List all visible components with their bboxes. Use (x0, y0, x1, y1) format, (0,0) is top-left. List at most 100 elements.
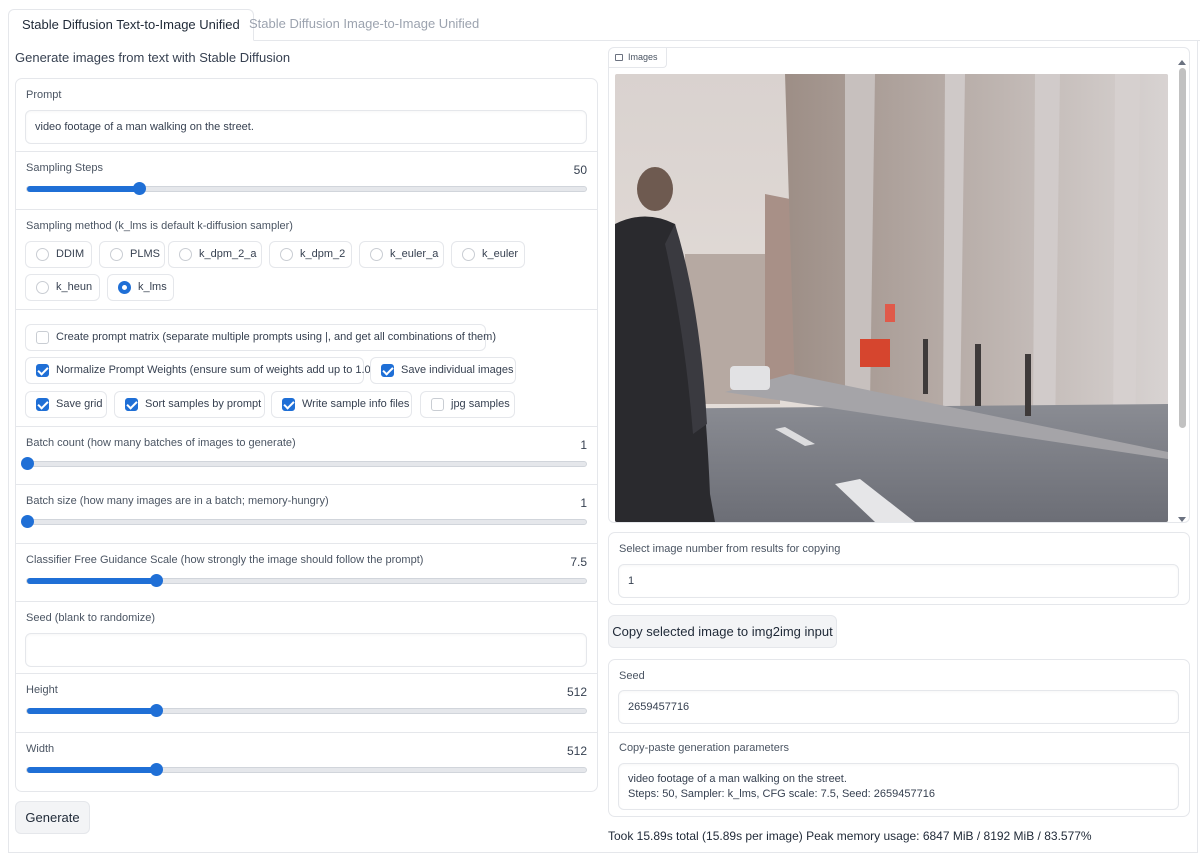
seed-output-block: Seed 2659457716 (609, 660, 1189, 733)
radio-label: k_euler_a (390, 248, 439, 260)
seed-output-field[interactable]: 2659457716 (618, 690, 1179, 724)
radio-k-dpm-2-a[interactable]: k_dpm_2_a (168, 241, 262, 268)
height-value: 512 (566, 685, 587, 699)
radio-circle[interactable] (36, 281, 49, 294)
radio-k-euler-a[interactable]: k_euler_a (359, 241, 444, 268)
prompt-label: Prompt (26, 89, 62, 101)
prompt-block: Prompt video footage of a man walking on… (16, 79, 597, 152)
batch-size-slider[interactable] (21, 515, 587, 528)
checkbox-box[interactable] (36, 398, 49, 411)
generated-image[interactable] (615, 74, 1168, 522)
select-image-input[interactable]: 1 (618, 564, 1179, 598)
radio-k-lms[interactable]: k_lms (107, 274, 174, 301)
generate-button[interactable]: Generate (15, 801, 90, 834)
checkbox-label: Sort samples by prompt (145, 398, 262, 410)
cfg-scale-slider[interactable] (26, 574, 587, 587)
cfg-scale-value: 7.5 (570, 555, 587, 569)
seed-output-label: Seed (619, 670, 645, 682)
sampling-steps-value: 50 (573, 163, 587, 177)
radio-label: k_dpm_2_a (199, 248, 257, 260)
width-slider[interactable] (26, 763, 587, 776)
slider-fill (27, 578, 156, 584)
slider-fill (27, 708, 156, 714)
radio-label: PLMS (130, 248, 160, 260)
slider-thumb[interactable] (149, 704, 163, 717)
prompt-input[interactable]: video footage of a man walking on the st… (25, 110, 587, 144)
tab-bar: Stable Diffusion Text-to-Image Unified S… (8, 9, 1200, 41)
height-slider[interactable] (26, 704, 587, 717)
checkbox-label: jpg samples (451, 398, 510, 410)
checkbox-save-individual[interactable]: Save individual images (370, 357, 516, 384)
checkbox-prompt-matrix[interactable]: Create prompt matrix (separate multiple … (25, 324, 496, 351)
radio-label: k_euler (482, 248, 519, 260)
checkbox-save-grid[interactable]: Save grid (25, 391, 107, 418)
gallery-scrollbar[interactable] (1177, 60, 1187, 522)
batch-size-label: Batch size (how many images are in a bat… (26, 495, 329, 507)
checkbox-write-info[interactable]: Write sample info files (271, 391, 412, 418)
slider-thumb[interactable] (149, 574, 163, 587)
radio-circle[interactable] (110, 248, 123, 261)
slider-thumb[interactable] (132, 182, 146, 195)
radio-ddim[interactable]: DDIM (25, 241, 92, 268)
slider-thumb[interactable] (149, 763, 163, 776)
radio-k-euler[interactable]: k_euler (451, 241, 525, 268)
seed-input-block: Seed (blank to randomize) (16, 602, 597, 674)
height-label: Height (26, 684, 58, 696)
tab-text-to-image[interactable]: Stable Diffusion Text-to-Image Unified (8, 9, 254, 41)
checkbox-sort-samples[interactable]: Sort samples by prompt (114, 391, 265, 418)
checkbox-box[interactable] (282, 398, 295, 411)
width-label: Width (26, 743, 55, 755)
width-value: 512 (566, 744, 587, 758)
width-block: Width 512 (16, 733, 597, 791)
radio-circle[interactable] (370, 248, 383, 261)
batch-count-value: 1 (580, 438, 587, 452)
radio-circle[interactable] (179, 248, 192, 261)
batch-count-label: Batch count (how many batches of images … (26, 437, 296, 449)
radio-circle[interactable] (462, 248, 475, 261)
radio-circle[interactable] (36, 248, 49, 261)
checkbox-label: Create prompt matrix (separate multiple … (56, 331, 496, 343)
radio-k-heun[interactable]: k_heun (25, 274, 100, 301)
params-label: Copy-paste generation parameters (619, 742, 789, 754)
page-description: Generate images from text with Stable Di… (15, 50, 291, 65)
checkbox-jpg-samples[interactable]: jpg samples (420, 391, 515, 418)
radio-label: k_lms (138, 281, 167, 293)
checkbox-label: Save individual images (401, 364, 514, 376)
params-textarea[interactable]: video footage of a man walking on the st… (618, 763, 1179, 810)
cfg-scale-label: Classifier Free Guidance Scale (how stro… (26, 554, 424, 566)
checkbox-box[interactable] (431, 398, 444, 411)
select-image-label: Select image number from results for cop… (619, 543, 841, 555)
radio-circle[interactable] (280, 248, 293, 261)
checkbox-box[interactable] (125, 398, 138, 411)
scroll-down-icon[interactable] (1178, 517, 1186, 522)
sampling-steps-slider[interactable] (26, 182, 587, 195)
checkbox-box[interactable] (36, 364, 49, 377)
batch-size-value: 1 (580, 496, 587, 510)
radio-label: k_dpm_2 (300, 248, 346, 260)
slider-thumb[interactable] (21, 515, 34, 528)
batch-count-slider[interactable] (21, 457, 587, 470)
sampling-steps-label: Sampling Steps (26, 162, 104, 174)
options-block: Create prompt matrix (separate multiple … (16, 310, 597, 427)
slider-thumb[interactable] (21, 457, 34, 470)
radio-plms[interactable]: PLMS (99, 241, 165, 268)
checkbox-normalize-weights[interactable]: Normalize Prompt Weights (ensure sum of … (25, 357, 374, 384)
slider-fill (27, 767, 156, 773)
slider-fill (27, 186, 139, 192)
gallery-label-text: Images (628, 52, 658, 62)
checkbox-box[interactable] (381, 364, 394, 377)
seed-input[interactable] (25, 633, 587, 667)
select-image-block: Select image number from results for cop… (608, 532, 1190, 605)
tab-image-to-image[interactable]: Stable Diffusion Image-to-Image Unified (236, 9, 492, 41)
cfg-scale-block: Classifier Free Guidance Scale (how stro… (16, 544, 597, 602)
checkbox-label: Save grid (56, 398, 103, 410)
status-text: Took 15.89s total (15.89s per image) Pea… (608, 829, 1092, 843)
radio-k-dpm-2[interactable]: k_dpm_2 (269, 241, 352, 268)
scroll-up-icon[interactable] (1178, 60, 1186, 65)
copy-to-img2img-button[interactable]: Copy selected image to img2img input (608, 615, 837, 648)
checkbox-box[interactable] (36, 331, 49, 344)
scroll-thumb[interactable] (1179, 68, 1186, 428)
batch-size-block: Batch size (how many images are in a bat… (16, 485, 597, 544)
radio-circle[interactable] (118, 281, 131, 294)
params-line-2: Steps: 50, Sampler: k_lms, CFG scale: 7.… (628, 788, 935, 800)
